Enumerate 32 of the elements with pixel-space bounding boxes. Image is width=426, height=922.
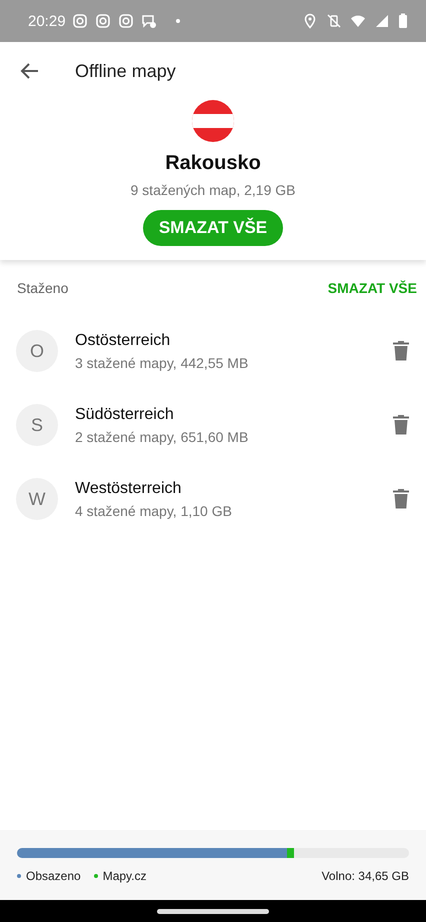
trash-icon[interactable] (393, 341, 409, 361)
free-space: Volno: 34,65 GB (322, 868, 409, 882)
battery-icon (398, 13, 408, 29)
camera-app-icon (94, 13, 111, 29)
region-name[interactable]: Ostösterreich (75, 332, 393, 350)
country-summary: 9 stažených map, 2,19 GB (130, 182, 296, 198)
screen-title: Offline mapy (75, 60, 176, 82)
region-initial: S (16, 404, 58, 446)
region-initial: O (16, 330, 58, 372)
region-name[interactable]: Westösterreich (75, 480, 393, 498)
country-name: Rakousko (165, 152, 261, 175)
region-detail: 3 stažené mapy, 442,55 MB (75, 354, 250, 370)
legend-label: Mapy.cz (102, 868, 146, 882)
region-detail: 2 stažené mapy, 651,60 MB (75, 428, 250, 444)
chat-bubble-icon (140, 13, 157, 29)
region-detail: 4 stažené mapy, 1,10 GB (75, 502, 233, 518)
camera-app-icon (72, 13, 88, 29)
home-handle[interactable] (157, 908, 269, 914)
section-title: Staženo (17, 280, 68, 296)
status-time: 20:29 (28, 12, 66, 30)
trash-icon[interactable] (393, 489, 409, 509)
austria-flag-icon (192, 100, 234, 142)
dot-icon (176, 19, 180, 23)
region-name[interactable]: Südösterreich (75, 406, 393, 424)
legend-label: Obsazeno (26, 868, 81, 882)
location-pin-icon (302, 13, 318, 29)
trash-icon[interactable] (393, 415, 409, 435)
camera-app-icon (118, 13, 134, 29)
vibrate-off-icon (326, 13, 342, 29)
signal-icon (374, 13, 390, 29)
wifi-icon (350, 13, 366, 29)
region-initial: W (16, 478, 58, 520)
